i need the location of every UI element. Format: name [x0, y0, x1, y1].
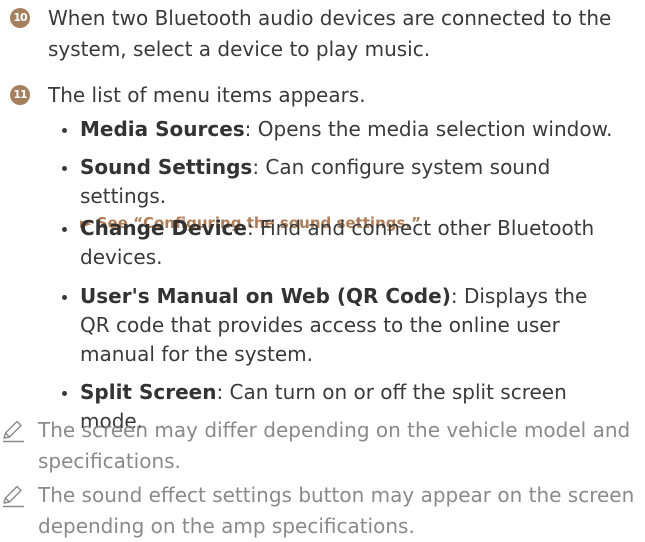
list-item-title: User's Manual on Web (QR Code) — [80, 284, 451, 308]
step-number-badge: 10 — [10, 8, 30, 28]
step-text: When two Bluetooth audio devices are con… — [48, 6, 612, 61]
step-text: The list of menu items appears. — [48, 83, 366, 107]
bullet-icon — [62, 391, 67, 396]
note-text: The screen may differ depending on the v… — [38, 418, 631, 473]
pencil-note-icon — [3, 485, 24, 508]
bullet-icon — [62, 166, 67, 171]
list-item-title: Change Device — [80, 216, 247, 240]
note-sound-effect-button: The sound effect settings button may app… — [0, 480, 640, 542]
step-11: 11 The list of menu items appears. — [10, 80, 640, 111]
list-item-title: Split Screen — [80, 380, 217, 404]
list-item-body: Media Sources: Opens the media selection… — [80, 115, 618, 144]
list-item-body: User's Manual on Web (QR Code): Displays… — [80, 282, 618, 369]
step-10: 10 When two Bluetooth audio devices are … — [10, 3, 640, 65]
list-item-body: Change Device: Find and connect other Bl… — [80, 214, 618, 272]
step-number-badge: 11 — [10, 85, 30, 105]
bullet-icon — [62, 128, 67, 133]
list-item-description: : Opens the media selection window. — [244, 117, 613, 141]
bullet-icon — [62, 295, 67, 300]
pencil-note-icon — [3, 420, 24, 443]
note-text: The sound effect settings button may app… — [38, 483, 635, 538]
list-item-title: Media Sources — [80, 117, 245, 141]
note-screen-differs: The screen may differ depending on the v… — [0, 415, 640, 477]
bullet-icon — [62, 227, 67, 232]
manual-page: 10 When two Bluetooth audio devices are … — [0, 0, 645, 542]
list-item-title: Sound Settings — [80, 155, 253, 179]
